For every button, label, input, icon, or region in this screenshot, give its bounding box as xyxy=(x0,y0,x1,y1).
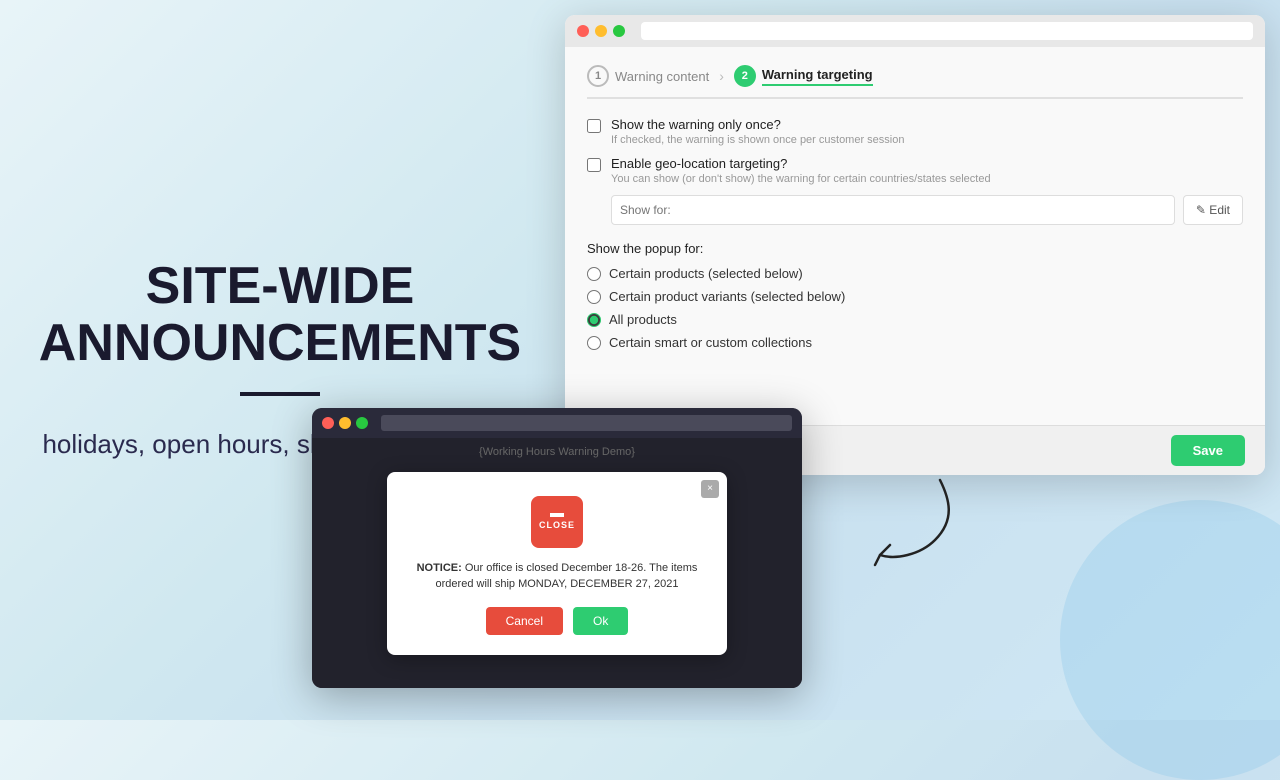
demo-close-dot[interactable] xyxy=(322,417,334,429)
edit-label: ✎ Edit xyxy=(1196,203,1230,217)
modal-icon xyxy=(407,496,707,548)
modal-close-btn[interactable]: × xyxy=(701,480,719,498)
show-for-row: ✎ Edit xyxy=(611,195,1243,225)
close-sign xyxy=(531,496,583,548)
geo-targeting-checkbox[interactable] xyxy=(587,158,601,172)
show-once-hint: If checked, the warning is shown once pe… xyxy=(611,134,904,146)
modal: × NOTICE: Our office is closed December … xyxy=(387,472,727,655)
radio-certain-products[interactable] xyxy=(587,267,601,281)
modal-notice-text: NOTICE: Our office is closed December 18… xyxy=(407,560,707,593)
step-2-label: Warning targeting xyxy=(762,67,873,86)
geo-targeting-hint: You can show (or don't show) the warning… xyxy=(611,173,991,185)
geo-targeting-label: Enable geo-location targeting? xyxy=(611,156,991,171)
modal-overlay: × NOTICE: Our office is closed December … xyxy=(312,438,802,688)
maximize-dot[interactable] xyxy=(613,25,625,37)
demo-maximize-dot[interactable] xyxy=(356,417,368,429)
browser-demo-window: {Working Hours Warning Demo} × NOTICE: O… xyxy=(312,408,802,688)
modal-cancel-button[interactable]: Cancel xyxy=(486,607,563,635)
step-arrow: › xyxy=(719,68,724,84)
radio-all-products[interactable] xyxy=(587,313,601,327)
show-once-col: Show the warning only once? If checked, … xyxy=(611,117,904,146)
radio-collections-label: Certain smart or custom collections xyxy=(609,335,812,350)
modal-notice-body: Our office is closed December 18-26. The… xyxy=(436,562,698,591)
save-button[interactable]: Save xyxy=(1171,435,1245,466)
geo-targeting-col: Enable geo-location targeting? You can s… xyxy=(611,156,991,185)
modal-buttons: Cancel Ok xyxy=(407,607,707,635)
show-popup-label: Show the popup for: xyxy=(587,241,1243,256)
show-once-label: Show the warning only once? xyxy=(611,117,904,132)
browser-titlebar xyxy=(565,15,1265,47)
browser-demo-titlebar xyxy=(312,408,802,438)
arrow-annotation xyxy=(840,470,960,575)
radio-certain-variants-label: Certain product variants (selected below… xyxy=(609,289,845,304)
radio-all-products-label: All products xyxy=(609,312,677,327)
url-bar[interactable] xyxy=(641,22,1253,40)
step-1: 1 Warning content xyxy=(587,65,709,87)
minimize-dot[interactable] xyxy=(595,25,607,37)
step-2: 2 Warning targeting xyxy=(734,65,873,87)
radio-row-certain-variants: Certain product variants (selected below… xyxy=(587,289,1243,304)
headline: SITE-WIDE ANNOUNCEMENTS xyxy=(39,258,521,372)
show-once-row: Show the warning only once? If checked, … xyxy=(587,117,1243,146)
demo-minimize-dot[interactable] xyxy=(339,417,351,429)
divider xyxy=(240,392,320,396)
show-once-checkbox[interactable] xyxy=(587,119,601,133)
stepper: 1 Warning content › 2 Warning targeting xyxy=(587,65,1243,99)
radio-certain-variants[interactable] xyxy=(587,290,601,304)
step-1-circle: 1 xyxy=(587,65,609,87)
demo-url-bar[interactable] xyxy=(381,415,792,431)
browser-demo-content: {Working Hours Warning Demo} × NOTICE: O… xyxy=(312,438,802,688)
modal-ok-button[interactable]: Ok xyxy=(573,607,628,635)
browser-main-window: 1 Warning content › 2 Warning targeting … xyxy=(565,15,1265,475)
show-for-input[interactable] xyxy=(611,195,1175,225)
radio-row-certain-products: Certain products (selected below) xyxy=(587,266,1243,281)
headline-line1: SITE-WIDE xyxy=(146,257,415,315)
radio-group: Certain products (selected below) Certai… xyxy=(587,266,1243,350)
edit-button[interactable]: ✎ Edit xyxy=(1183,195,1243,225)
radio-certain-products-label: Certain products (selected below) xyxy=(609,266,803,281)
deco-circle xyxy=(1060,500,1280,780)
step-2-circle: 2 xyxy=(734,65,756,87)
step-1-label: Warning content xyxy=(615,69,709,84)
radio-collections[interactable] xyxy=(587,336,601,350)
headline-line2: ANNOUNCEMENTS xyxy=(39,314,521,372)
close-dot[interactable] xyxy=(577,25,589,37)
geo-targeting-row: Enable geo-location targeting? You can s… xyxy=(587,156,1243,185)
modal-notice-prefix: NOTICE: xyxy=(417,562,462,574)
radio-row-all-products: All products xyxy=(587,312,1243,327)
radio-row-collections: Certain smart or custom collections xyxy=(587,335,1243,350)
